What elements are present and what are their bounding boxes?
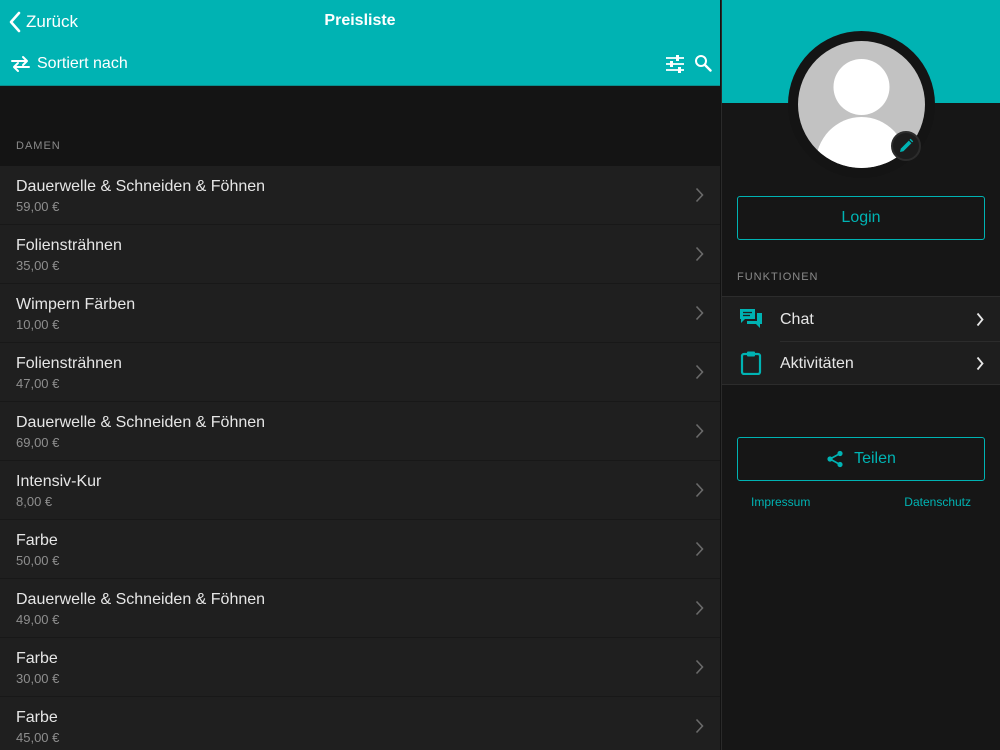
item-name: Intensiv-Kur <box>16 473 102 490</box>
list-item[interactable]: Intensiv-Kur 8,00 € <box>0 461 720 520</box>
item-price: 10,00 € <box>16 317 60 332</box>
datenschutz-link[interactable]: Datenschutz <box>904 495 971 509</box>
price-list: Dauerwelle & Schneiden & Föhnen 59,00 € … <box>0 166 720 750</box>
share-icon <box>827 450 843 468</box>
item-price: 30,00 € <box>16 671 60 686</box>
list-item[interactable]: Farbe 50,00 € <box>0 520 720 579</box>
function-item-chat[interactable]: Chat <box>722 297 1000 341</box>
item-name: Dauerwelle & Schneiden & Föhnen <box>16 591 266 608</box>
impressum-link[interactable]: Impressum <box>751 495 810 509</box>
page-title: Preisliste <box>324 12 396 29</box>
chevron-right-icon <box>976 312 984 327</box>
item-price: 69,00 € <box>16 435 60 450</box>
list-item[interactable]: Dauerwelle & Schneiden & Föhnen 59,00 € <box>0 166 720 225</box>
item-name: Wimpern Färben <box>16 296 136 313</box>
item-name: Farbe <box>16 650 58 667</box>
item-price: 8,00 € <box>16 494 53 509</box>
chevron-right-icon <box>695 246 704 262</box>
item-name: Foliensträhnen <box>16 355 122 372</box>
header-bar: Zurück Preisliste Sortiert nach <box>0 0 720 86</box>
search-icon[interactable] <box>694 54 712 72</box>
back-button[interactable]: Zurück <box>8 9 78 35</box>
item-price: 47,00 € <box>16 376 60 391</box>
list-item[interactable]: Wimpern Färben 10,00 € <box>0 284 720 343</box>
back-label: Zurück <box>26 12 78 31</box>
sort-button[interactable]: Sortiert nach <box>10 53 128 75</box>
chevron-right-icon <box>695 187 704 203</box>
item-name: Dauerwelle & Schneiden & Föhnen <box>16 178 266 195</box>
list-item[interactable]: Foliensträhnen 47,00 € <box>0 343 720 402</box>
functions-header: FUNKTIONEN <box>737 271 819 283</box>
list-item[interactable]: Dauerwelle & Schneiden & Föhnen 49,00 € <box>0 579 720 638</box>
item-price: 35,00 € <box>16 258 60 273</box>
profile-sidebar: Login FUNKTIONEN Chat Aktivitäten Teilen… <box>721 0 1000 750</box>
functions-list: Chat Aktivitäten <box>722 296 1000 385</box>
clipboard-icon <box>740 351 762 375</box>
item-name: Foliensträhnen <box>16 237 122 254</box>
list-item[interactable]: Farbe 30,00 € <box>0 638 720 697</box>
item-name: Farbe <box>16 709 58 726</box>
item-price: 50,00 € <box>16 553 60 568</box>
pencil-icon <box>900 138 914 152</box>
chevron-left-icon <box>9 11 21 33</box>
chevron-right-icon <box>695 482 704 498</box>
section-header-damen: DAMEN <box>16 140 61 152</box>
chevron-right-icon <box>695 423 704 439</box>
item-name: Farbe <box>16 532 58 549</box>
item-name: Dauerwelle & Schneiden & Föhnen <box>16 414 266 431</box>
chevron-right-icon <box>695 305 704 321</box>
chevron-right-icon <box>695 659 704 675</box>
chevron-right-icon <box>695 541 704 557</box>
app-window: Zurück Preisliste Sortiert nach DAMEN Da… <box>0 0 1000 750</box>
chevron-right-icon <box>695 364 704 380</box>
edit-avatar-button[interactable] <box>891 131 921 161</box>
share-label: Teilen <box>854 450 896 467</box>
chevron-right-icon <box>976 356 984 371</box>
list-item[interactable]: Foliensträhnen 35,00 € <box>0 225 720 284</box>
item-price: 45,00 € <box>16 730 60 745</box>
item-price: 59,00 € <box>16 199 60 214</box>
function-label: Aktivitäten <box>780 355 854 372</box>
swap-icon <box>11 56 30 72</box>
chevron-right-icon <box>695 600 704 616</box>
chat-icon <box>740 309 762 328</box>
login-button[interactable]: Login <box>737 196 985 240</box>
list-item[interactable]: Dauerwelle & Schneiden & Föhnen 69,00 € <box>0 402 720 461</box>
item-price: 49,00 € <box>16 612 60 627</box>
function-label: Chat <box>780 311 814 328</box>
sliders-icon[interactable] <box>665 54 685 74</box>
function-item-aktivitaeten[interactable]: Aktivitäten <box>722 341 1000 385</box>
sort-label: Sortiert nach <box>37 55 128 72</box>
list-item[interactable]: Farbe 45,00 € <box>0 697 720 750</box>
share-button[interactable]: Teilen <box>737 437 985 481</box>
price-list-pane: Zurück Preisliste Sortiert nach DAMEN Da… <box>0 0 720 750</box>
chevron-right-icon <box>695 718 704 734</box>
